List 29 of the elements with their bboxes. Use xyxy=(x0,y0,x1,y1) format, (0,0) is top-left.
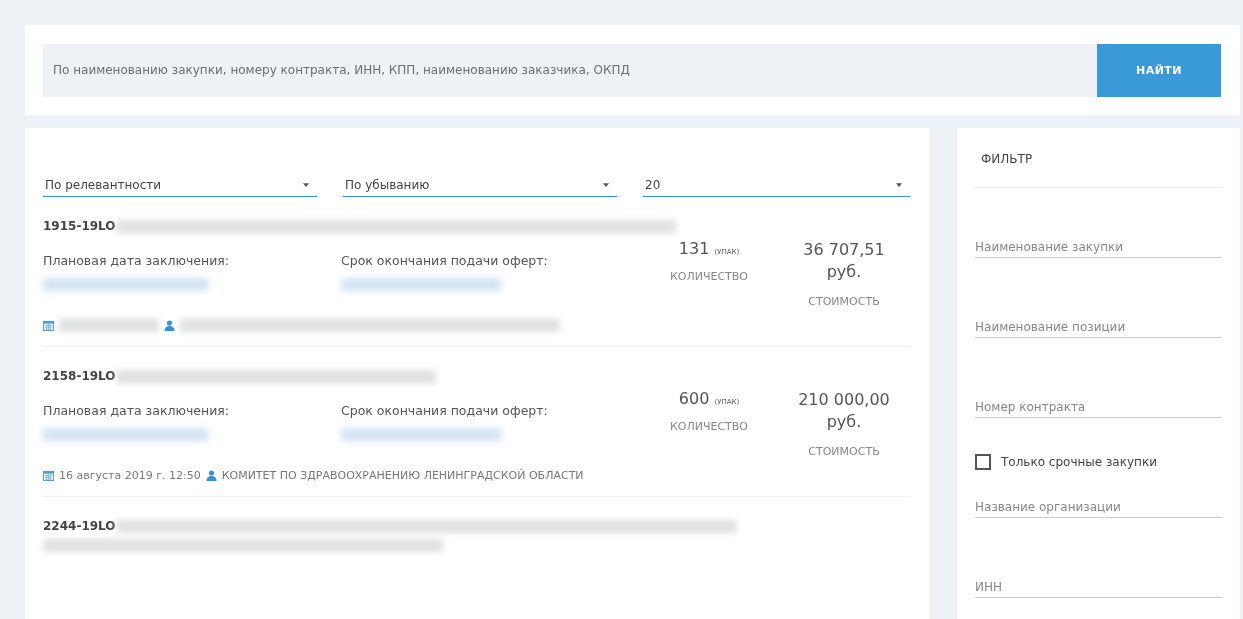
calendar-icon xyxy=(43,470,54,481)
date-label: Срок окончания подачи оферт: xyxy=(341,253,548,268)
checkbox[interactable] xyxy=(975,454,991,470)
sort-dropdown[interactable]: По релевантности xyxy=(43,173,317,197)
date-label: Плановая дата заключения: xyxy=(43,403,230,418)
sort-dropdown[interactable]: По убыванию xyxy=(343,173,617,197)
price-label: СТОИМОСТЬ xyxy=(808,445,880,458)
checkbox-label[interactable]: Только срочные закупки xyxy=(1001,455,1157,469)
date-label: Плановая дата заключения: xyxy=(43,253,230,268)
sort-dropdown[interactable]: 20 xyxy=(643,173,910,197)
purchase-number[interactable]: 2158-19LO xyxy=(43,369,116,383)
price-label: СТОИМОСТЬ xyxy=(808,295,880,308)
date-label: Срок окончания подачи оферт: xyxy=(341,403,548,418)
filter-title: ФИЛЬТР xyxy=(975,152,1222,188)
quantity-label: КОЛИЧЕСТВО xyxy=(669,270,749,283)
purchase-number[interactable]: 2244-19LO xyxy=(43,519,116,533)
caret-icon xyxy=(896,182,902,187)
calendar-icon xyxy=(43,320,54,331)
user-icon xyxy=(164,320,175,331)
purchase-number[interactable]: 1915-19LO xyxy=(43,219,116,233)
quantity-label: КОЛИЧЕСТВО xyxy=(669,420,749,433)
caret-icon xyxy=(303,182,309,187)
publish-date: 16 августа 2019 г. 12:50 xyxy=(59,469,201,482)
price: 210 000,00 руб. xyxy=(797,389,891,433)
user-icon xyxy=(205,470,217,481)
caret-icon xyxy=(603,182,609,187)
price: 36 707,51 руб. xyxy=(802,239,886,283)
customer-name[interactable]: КОМИТЕТ ПО ЗДРАВООХРАНЕНИЮ ЛЕНИНГРАДСКОЙ ОБЛАСТИ xyxy=(221,469,584,482)
search-field[interactable]: По наименованию закупки, номеру контракта, ИНН, КПП, наименованию заказчика, ОКПД xyxy=(43,43,1097,97)
